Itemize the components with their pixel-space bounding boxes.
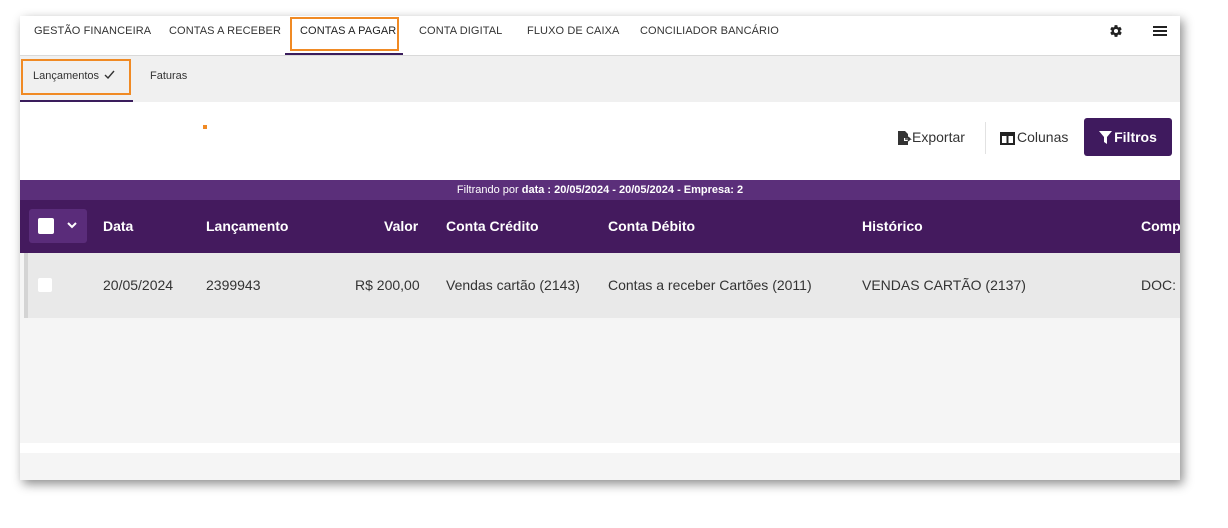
tab-fluxo-de-caixa[interactable]: FLUXO DE CAIXA: [527, 16, 619, 55]
sub-nav: Lançamentos Faturas: [20, 56, 1180, 102]
tab-conta-digital[interactable]: CONTA DIGITAL: [419, 16, 502, 55]
export-button[interactable]: Exportar: [896, 118, 970, 156]
table-row[interactable]: 20/05/2024 2399943 R$ 200,00 Vendas cart…: [24, 253, 1180, 318]
tab-contas-a-receber[interactable]: CONTAS A RECEBER: [169, 16, 281, 55]
cell-historico: VENDAS CARTÃO (2137): [862, 277, 1026, 293]
row-checkbox[interactable]: [38, 278, 52, 292]
hamburger-menu-icon[interactable]: [1153, 24, 1169, 40]
table-footer-strip: [20, 443, 1180, 453]
filter-detail: data : 20/05/2024 - 20/05/2024 - Empresa…: [521, 184, 744, 196]
column-header-data[interactable]: Data: [103, 200, 133, 252]
app-window: GESTÃO FINANCEIRA CONTAS A RECEBER CONTA…: [20, 16, 1180, 480]
cell-conta-credito: Vendas cartão (2143): [446, 277, 580, 293]
column-header-conta-debito[interactable]: Conta Débito: [608, 200, 695, 252]
filters-button[interactable]: Filtros: [1084, 118, 1172, 156]
columns-label: Colunas: [1017, 129, 1069, 145]
cell-lancamento: 2399943: [206, 277, 261, 293]
highlight-lancamentos: [21, 59, 131, 95]
table-header: Data Lançamento Valor Conta Crédito Cont…: [20, 200, 1180, 253]
filter-icon: [1099, 131, 1113, 145]
chevron-down-icon[interactable]: [65, 218, 79, 232]
top-nav: GESTÃO FINANCEIRA CONTAS A RECEBER CONTA…: [20, 16, 1180, 56]
tab-gestao-financeira[interactable]: GESTÃO FINANCEIRA: [34, 16, 151, 55]
cell-data: 20/05/2024: [103, 277, 174, 293]
orange-marker: [203, 125, 207, 129]
toolbar-divider: [985, 122, 986, 154]
column-header-conta-credito[interactable]: Conta Crédito: [446, 200, 539, 252]
export-label: Exportar: [912, 129, 965, 145]
filter-prefix: Filtrando por: [456, 184, 519, 196]
filters-label: Filtros: [1114, 129, 1157, 145]
cell-conta-debito: Contas a receber Cartões (2011): [608, 277, 812, 293]
column-header-valor[interactable]: Valor: [384, 200, 418, 252]
select-all-checkbox[interactable]: [38, 218, 54, 234]
filter-info-bar: Filtrando por data : 20/05/2024 - 20/05/…: [20, 180, 1180, 200]
tab-conciliador-bancario[interactable]: CONCILIADOR BANCÁRIO: [640, 16, 779, 55]
column-header-lancamento[interactable]: Lançamento: [206, 200, 288, 252]
subtab-faturas[interactable]: Faturas: [150, 70, 187, 82]
cell-valor: R$ 200,00: [355, 277, 420, 293]
columns-button[interactable]: Colunas: [1000, 118, 1070, 156]
toolbar: Exportar Colunas Filtros: [20, 102, 1180, 180]
select-all-control[interactable]: [29, 209, 87, 243]
highlight-contas-a-pagar: [290, 17, 399, 51]
gear-icon[interactable]: [1109, 24, 1125, 40]
columns-icon: [1000, 131, 1015, 145]
column-header-comp[interactable]: Comp: [1141, 200, 1180, 252]
active-tab-indicator: [285, 53, 403, 55]
column-header-historico[interactable]: Histórico: [862, 200, 923, 252]
export-icon: [898, 131, 912, 146]
cell-comp: DOC:: [1141, 277, 1176, 293]
